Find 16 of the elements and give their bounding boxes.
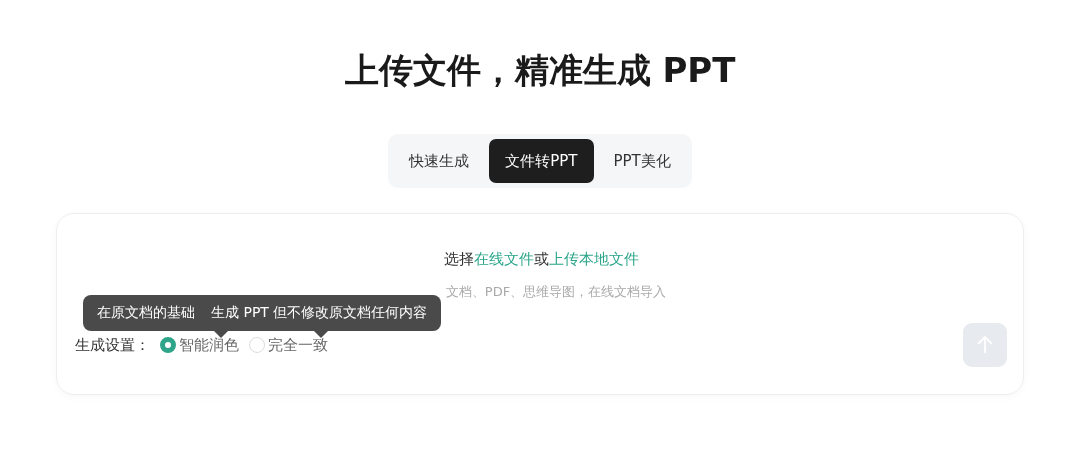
radio-option[interactable]: 智能润色 bbox=[160, 335, 239, 355]
tooltip-text: 在原文档的基础 bbox=[97, 304, 195, 322]
upload-prompt: 选择 bbox=[443, 250, 474, 269]
page-title: 上传文件，精准生成 PPT bbox=[344, 49, 736, 92]
settings-label: 生成设置： bbox=[75, 335, 150, 355]
radio-option[interactable]: 完全一致 bbox=[249, 335, 328, 355]
tab[interactable]: PPT美化 bbox=[597, 139, 687, 183]
arrow-up-icon bbox=[976, 335, 994, 355]
online-file-link[interactable]: 在线文件 bbox=[473, 250, 534, 269]
supported-formats-hint: 文档、PDF、思维导图，在线文档导入 bbox=[445, 283, 667, 301]
upload-prompt: 或 bbox=[533, 250, 549, 269]
tooltip-text: 生成 PPT 但不修改原文档任何内容 bbox=[211, 304, 428, 322]
tab[interactable]: 文件转PPT bbox=[489, 139, 594, 183]
tab[interactable]: 快速生成 bbox=[393, 139, 486, 183]
local-upload-link[interactable]: 上传本地文件 bbox=[548, 250, 639, 269]
radio-button[interactable] bbox=[160, 337, 176, 353]
